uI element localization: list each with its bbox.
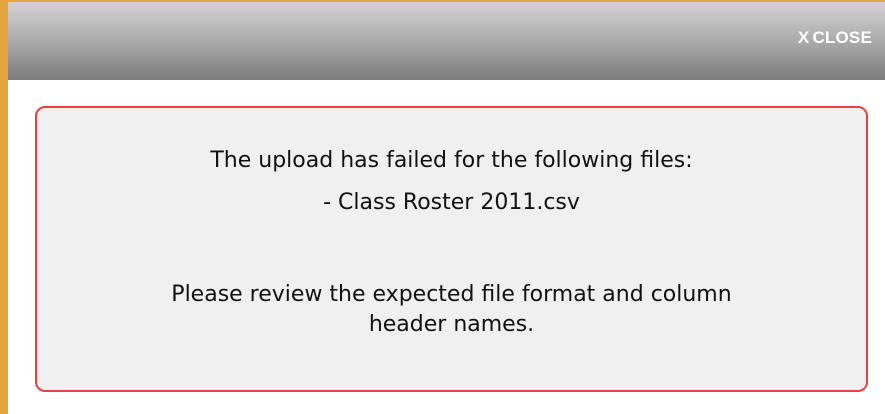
close-icon: X [797,28,810,47]
upload-error-dialog: X CLOSE The upload has failed for the fo… [0,0,885,414]
close-label: CLOSE [812,28,872,47]
error-instruction-line-1: Please review the expected file format a… [171,282,732,307]
failed-file-name: - Class Roster 2011.csv [323,190,580,215]
error-instruction: Please review the expected file format a… [37,280,866,340]
dialog-title-bar: X CLOSE [8,2,885,80]
error-instruction-line-2: header names. [368,312,535,337]
error-message-box: The upload has failed for the following … [35,106,868,392]
close-button[interactable]: X CLOSE [798,24,872,52]
error-title: The upload has failed for the following … [210,148,693,173]
